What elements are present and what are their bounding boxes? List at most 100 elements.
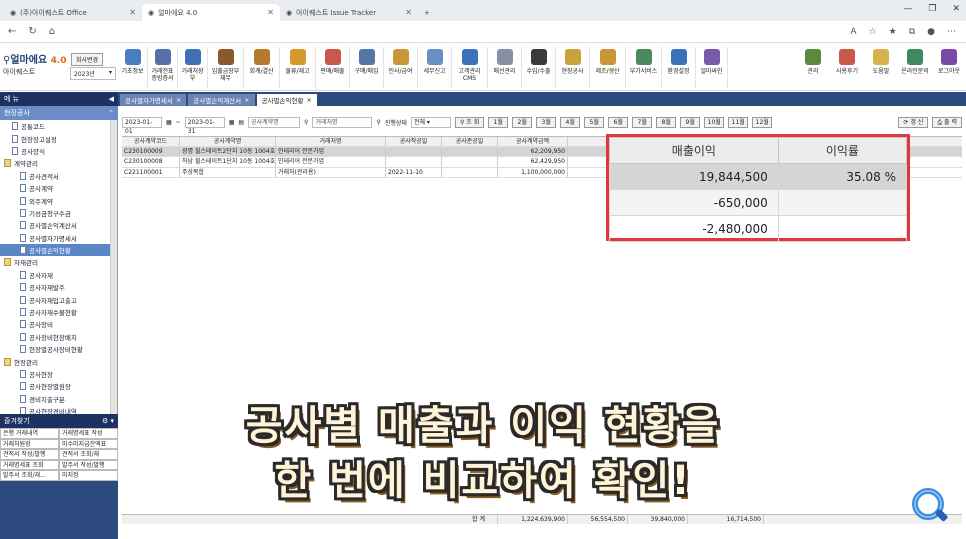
- close-tab-icon[interactable]: ✕: [405, 8, 412, 17]
- menu-item[interactable]: 수입/수출: [522, 47, 556, 89]
- right-menu-item[interactable]: 관리: [796, 47, 830, 89]
- tree-item[interactable]: 공사별자가명세서: [0, 232, 117, 244]
- content-tab[interactable]: 공사별손익계산서 ×: [188, 94, 255, 106]
- more-icon[interactable]: ⋯: [947, 27, 956, 37]
- close-icon[interactable]: ✕: [952, 4, 960, 14]
- sidebar-section[interactable]: 현장공사 ⌃: [0, 106, 118, 120]
- tree-item[interactable]: 공사자재: [0, 269, 117, 281]
- refresh-icon[interactable]: ↻: [28, 26, 36, 37]
- tree-item[interactable]: 공사견적서: [0, 170, 117, 182]
- browser-tab[interactable]: ◉ (주)아이퀘스트 Office ✕: [4, 4, 142, 21]
- right-menu-item[interactable]: 온라인문의: [898, 47, 932, 89]
- menu-item[interactable]: 물류/재고: [280, 47, 316, 89]
- menu-item[interactable]: 거래전표 증빙증서: [148, 47, 178, 89]
- close-tab-icon[interactable]: ✕: [129, 8, 136, 17]
- menu-item[interactable]: 제조/생산: [590, 47, 626, 89]
- tree-item[interactable]: 공사자재수불현황: [0, 306, 117, 318]
- menu-item[interactable]: 거래처장부: [178, 47, 208, 89]
- tree-item[interactable]: 공사장비: [0, 318, 117, 330]
- tree-item[interactable]: 공사계약: [0, 182, 117, 194]
- tree-item[interactable]: 공사별손익계산서: [0, 219, 117, 231]
- month-button[interactable]: 3월: [536, 116, 557, 128]
- tree-item[interactable]: 공사자재발주: [0, 281, 117, 293]
- month-button[interactable]: 10월: [704, 116, 725, 128]
- year-select[interactable]: 2023년 ▾: [70, 67, 116, 80]
- menu-item[interactable]: 현장공사: [556, 47, 590, 89]
- menu-item[interactable]: 매선관리: [488, 47, 522, 89]
- column-header[interactable]: 거래처명: [276, 137, 386, 146]
- column-header[interactable]: 공사계약금액: [498, 137, 568, 146]
- tree-item[interactable]: 현장장고설정: [0, 132, 117, 144]
- content-tab[interactable]: 공사별자가명세서 ×: [120, 94, 187, 106]
- menu-item[interactable]: 입출금장부 재무: [208, 47, 244, 89]
- month-button[interactable]: 6월: [608, 116, 629, 128]
- tree-item[interactable]: 현장관리: [0, 355, 117, 367]
- print-button[interactable]: ⎙ 출 력: [932, 116, 962, 128]
- menu-item[interactable]: 세무신고: [418, 47, 452, 89]
- right-menu-item[interactable]: 사용후기: [830, 47, 864, 89]
- column-header[interactable]: 공사준공일: [442, 137, 498, 146]
- column-header[interactable]: 공사착공일: [386, 137, 442, 146]
- tree-item[interactable]: 공통코드: [0, 120, 117, 132]
- menu-item[interactable]: 부가서비스: [626, 47, 662, 89]
- translate-icon[interactable]: A: [850, 27, 856, 37]
- tree-item[interactable]: 외주계약: [0, 194, 117, 206]
- close-tab-icon[interactable]: ×: [306, 96, 311, 104]
- client-name-input[interactable]: 거래처명: [312, 116, 373, 128]
- column-header[interactable]: 공사계약코드: [122, 137, 180, 146]
- month-button[interactable]: 8월: [656, 116, 677, 128]
- tree-item[interactable]: 공사자재입고출고: [0, 293, 117, 305]
- right-menu-item[interactable]: 도움말: [864, 47, 898, 89]
- contract-name-input[interactable]: 공사계약명: [248, 116, 301, 128]
- calendar-picker-icon[interactable]: ▤: [238, 119, 244, 126]
- tree-item[interactable]: 공사현장별원장: [0, 380, 117, 392]
- month-button[interactable]: 2월: [512, 116, 533, 128]
- close-tab-icon[interactable]: ✕: [267, 8, 274, 17]
- collapse-icon[interactable]: ◀: [109, 95, 114, 103]
- collections-icon[interactable]: ⧉: [909, 27, 915, 37]
- browser-tab[interactable]: ◉ 아이퀘스트 Issue Tracker ✕: [280, 4, 418, 21]
- menu-item[interactable]: 고객관리 CMS: [452, 47, 488, 89]
- read-aloud-icon[interactable]: ☆: [869, 27, 877, 37]
- sidebar-scrollbar[interactable]: [110, 120, 117, 414]
- home-icon[interactable]: ⌂: [49, 26, 55, 37]
- month-button[interactable]: 12월: [752, 116, 773, 128]
- menu-item[interactable]: 인사/급여: [384, 47, 418, 89]
- menu-item[interactable]: 기초정보: [118, 47, 148, 89]
- search-button[interactable]: ⚲ 조 회: [454, 116, 485, 128]
- tree-item[interactable]: 공사장비현장배치: [0, 331, 117, 343]
- tree-item[interactable]: 공사양식: [0, 145, 117, 157]
- menu-item[interactable]: 판매/매출: [316, 47, 350, 89]
- month-button[interactable]: 5월: [584, 116, 605, 128]
- date-to-input[interactable]: 2023-01-31: [184, 116, 225, 135]
- browser-tab[interactable]: ◉ 얼마에요 4.0 ✕: [142, 4, 280, 21]
- tree-item[interactable]: 기성금청구수금: [0, 207, 117, 219]
- date-from-input[interactable]: 2023-01-01: [122, 116, 162, 135]
- month-button[interactable]: 9월: [680, 116, 701, 128]
- chevron-up-icon[interactable]: ⌃: [108, 109, 114, 117]
- menu-item[interactable]: 구매/매입: [350, 47, 384, 89]
- close-tab-icon[interactable]: ×: [244, 96, 249, 104]
- search-icon[interactable]: ⚲: [304, 119, 308, 126]
- search-icon[interactable]: ⚲: [376, 119, 380, 126]
- month-button[interactable]: 1월: [488, 116, 509, 128]
- close-tab-icon[interactable]: ×: [176, 96, 181, 104]
- month-button[interactable]: 7월: [632, 116, 653, 128]
- month-button[interactable]: 11월: [728, 116, 749, 128]
- menu-item[interactable]: 얼마싸인: [696, 47, 728, 89]
- tree-item[interactable]: 공사현장: [0, 368, 117, 380]
- tree-item[interactable]: 현장별공사장비현황: [0, 343, 117, 355]
- menu-item[interactable]: 환경설정: [662, 47, 696, 89]
- new-tab-button[interactable]: +: [418, 4, 436, 21]
- calendar-icon[interactable]: ▦: [166, 119, 172, 126]
- tree-item[interactable]: 자재관리: [0, 256, 117, 268]
- content-tab[interactable]: 공사별손익현황 ×: [256, 94, 317, 106]
- right-menu-item[interactable]: 로그아웃: [932, 47, 966, 89]
- month-button[interactable]: 4월: [560, 116, 581, 128]
- status-select[interactable]: 전체 ▾: [410, 116, 451, 128]
- tree-item[interactable]: 공사별손익현황: [0, 243, 117, 257]
- tree-item[interactable]: 계약관리: [0, 157, 117, 169]
- profile-icon[interactable]: ●: [927, 27, 935, 37]
- back-icon[interactable]: ←: [8, 26, 16, 37]
- change-company-button[interactable]: 회사변경: [71, 53, 104, 66]
